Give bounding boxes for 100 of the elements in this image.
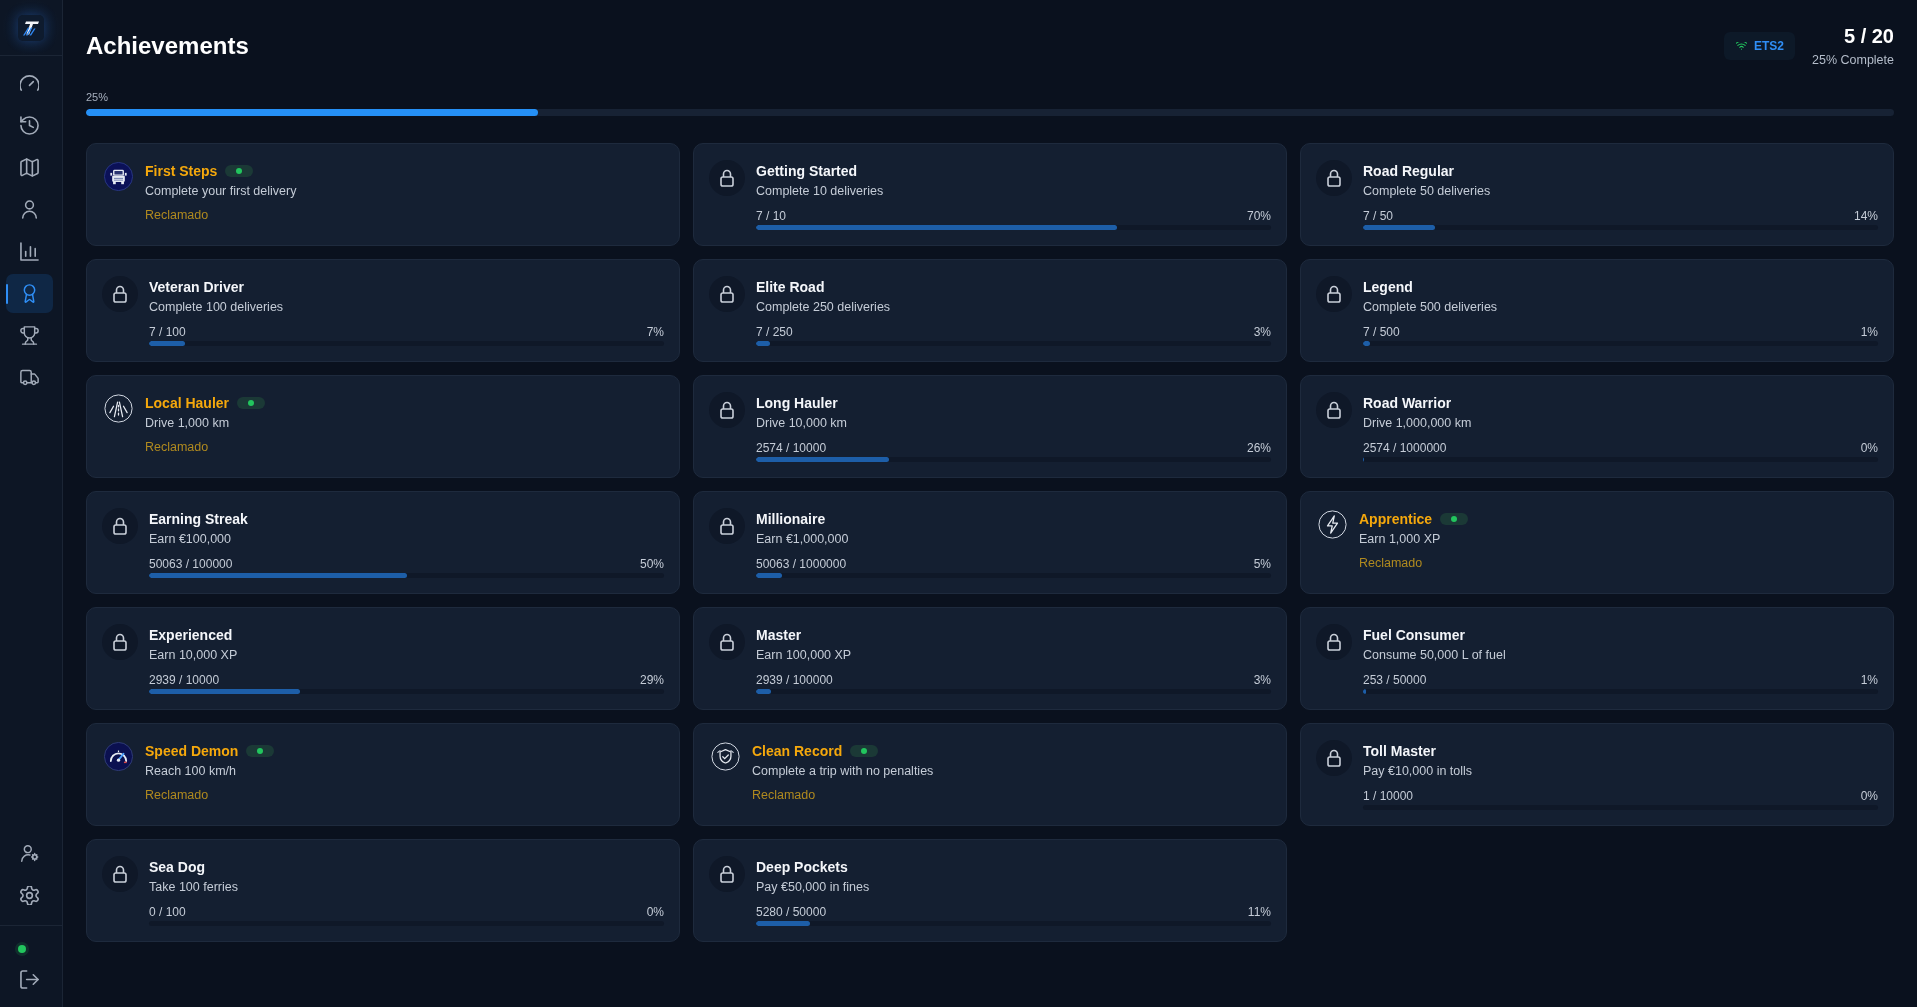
road-badge-icon [104,394,133,423]
achievement-title: Experienced [149,626,233,644]
achievement-description: Reach 100 km/h [145,763,238,780]
lock-icon [709,392,745,428]
achievement-description: Complete 500 deliveries [1363,299,1499,316]
app-logo[interactable] [18,14,44,41]
progress-count: 253 / 50000 [1363,672,1427,689]
achievement-description: Complete 100 deliveries [149,299,285,316]
achievement-description: Complete your first delivery [145,183,298,200]
progress-percent: 26% [1246,440,1271,457]
achievement-title: Clean Record [752,742,843,760]
achievement-title: First Steps [145,162,218,180]
achievement-title: Millionaire [756,510,826,528]
lightning-badge-icon [1318,510,1347,539]
progress-count: 2574 / 1000000 [1363,440,1447,457]
claimed-status: Reclamado [145,787,210,804]
lock-icon [709,276,745,312]
achievement-title: Speed Demon [145,742,239,760]
progress-count: 0 / 100 [149,904,186,921]
achievement-title: Fuel Consumer [1363,626,1465,644]
achievement-title: Sea Dog [149,858,205,876]
lock-icon [709,160,745,196]
progress-percent: 3% [1253,324,1271,341]
user-icon [20,200,39,219]
progress-count: 50063 / 100000 [149,556,233,573]
history-icon [20,116,39,135]
truck-badge-icon [104,162,133,191]
progress-percent: 11% [1247,904,1271,921]
shield-badge-icon [711,742,740,771]
achievement-description: Complete 250 deliveries [756,299,892,316]
lock-icon [102,856,138,892]
progress-percent: 0% [646,904,664,921]
nav-button[interactable] [6,274,53,313]
achievement-description: Pay €50,000 in fines [756,879,871,896]
progress-percent: 0% [1860,788,1878,805]
progress-count: 50063 / 1000000 [756,556,847,573]
achievement-title: Getting Started [756,162,858,180]
achievement-description: Earn 1,000 XP [1359,531,1442,548]
achievement-description: Earn 10,000 XP [149,647,239,664]
achievement-description: Earn €1,000,000 [756,531,850,548]
progress-label: 25% [86,90,110,104]
game-name: ETS2 [1754,39,1784,53]
claimed-status: Reclamado [145,207,210,224]
progress-count: 5280 / 50000 [756,904,827,921]
lock-icon [102,276,138,312]
claimed-status: Reclamado [1359,555,1424,572]
achievement-title: Veteran Driver [149,278,244,296]
lock-icon [1316,276,1352,312]
progress-percent: 1% [1860,672,1878,689]
map-icon [20,158,39,177]
achievement-title: Apprentice [1359,510,1433,528]
claimed-status: Reclamado [145,439,210,456]
achievement-title: Local Hauler [145,394,230,412]
completion-caption: 25% Complete [1812,52,1894,68]
achievement-description: Drive 1,000 km [145,415,231,432]
achievement-title: Earning Streak [149,510,248,528]
lock-icon [102,508,138,544]
achievement-description: Complete a trip with no penalties [752,763,935,780]
achievement-description: Complete 10 deliveries [756,183,885,200]
progress-count: 7 / 100 [149,324,186,341]
user-gear-icon [20,844,39,863]
progress-percent: 3% [1253,672,1271,689]
achievement-description: Drive 1,000,000 km [1363,415,1473,432]
achievement-title: Road Regular [1363,162,1454,180]
progress-percent: 29% [639,672,664,689]
gauge-icon [20,74,39,93]
lock-icon [1316,624,1352,660]
achievement-title: Toll Master [1363,742,1436,760]
progress-percent: 5% [1253,556,1271,573]
progress-count: 7 / 10 [756,208,787,225]
progress-percent: 50% [639,556,664,573]
achievement-count: 5 / 20 [1842,24,1894,48]
unlocked-pill-icon [850,745,879,757]
unlocked-pill-icon [1440,513,1469,525]
achievement-description: Pay €10,000 in tolls [1363,763,1474,780]
lock-icon [1316,160,1352,196]
progress-count: 7 / 50 [1363,208,1394,225]
lock-icon [1316,392,1352,428]
achievement-description: Drive 10,000 km [756,415,848,432]
progress-count: 2574 / 10000 [756,440,827,457]
lock-icon [709,508,745,544]
bar-chart-icon [20,242,39,261]
unlocked-pill-icon [225,165,254,177]
lock-icon [709,624,745,660]
page-title: Achievements [86,31,249,61]
achievement-description: Earn €100,000 [149,531,232,548]
achievement-title: Road Warrior [1363,394,1452,412]
claimed-status: Reclamado [752,787,817,804]
progress-percent: 0% [1860,440,1878,457]
progress-count: 7 / 250 [756,324,793,341]
progress-count: 2939 / 10000 [149,672,220,689]
achievement-description: Take 100 ferries [149,879,239,896]
progress-percent: 7% [646,324,664,341]
lock-icon [1316,740,1352,776]
speedometer-badge-icon [104,742,133,771]
truck-icon [20,368,39,387]
achievement-title: Master [756,626,802,644]
progress-count: 2939 / 100000 [756,672,833,689]
progress-percent: 70% [1246,208,1271,225]
logout-icon [19,969,39,989]
